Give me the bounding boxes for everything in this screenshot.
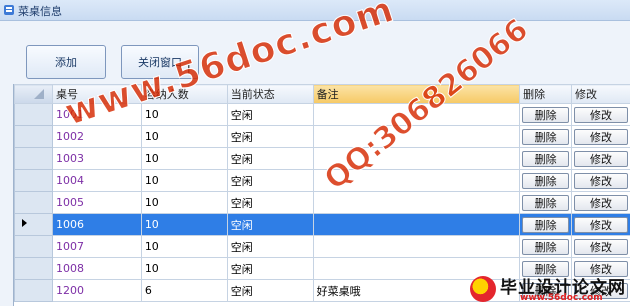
column-header-edit[interactable]: 修改 <box>571 84 630 104</box>
cell-table-id[interactable]: 1003 <box>51 147 142 170</box>
cell-note[interactable] <box>312 191 521 214</box>
cell-edit: 修改 <box>571 103 630 126</box>
cell-status[interactable]: 空闲 <box>226 235 314 258</box>
edit-button[interactable]: 修改 <box>574 238 628 255</box>
cell-edit: 修改 <box>571 169 630 192</box>
cell-note[interactable] <box>312 147 521 170</box>
edit-button[interactable]: 修改 <box>574 172 628 189</box>
title-bar: 菜桌信息 <box>0 0 630 21</box>
cell-note[interactable] <box>312 235 521 258</box>
cell-table-id[interactable]: 1004 <box>51 169 142 192</box>
cell-table-id[interactable]: 1001 <box>51 103 142 126</box>
site-logo: 毕业设计论文网 www.56doc.com <box>470 271 630 306</box>
column-header-table-id[interactable]: 桌号 <box>51 84 142 104</box>
cell-delete: 删除 <box>519 191 573 214</box>
delete-button[interactable]: 删除 <box>522 172 570 189</box>
edit-button[interactable]: 修改 <box>574 106 628 123</box>
row-header[interactable] <box>14 103 53 126</box>
table-row[interactable]: 1005 10 空闲 删除 修改 <box>14 191 630 214</box>
cell-capacity[interactable]: 10 <box>140 169 228 192</box>
row-header[interactable] <box>14 213 53 236</box>
table-row[interactable]: 1007 10 空闲 删除 修改 <box>14 235 630 258</box>
table-row[interactable]: 1004 10 空闲 删除 修改 <box>14 169 630 192</box>
cell-delete: 删除 <box>519 147 573 170</box>
add-button[interactable]: 添加 <box>26 45 106 79</box>
table-row[interactable]: 1002 10 空闲 删除 修改 <box>14 125 630 148</box>
cell-capacity[interactable]: 10 <box>140 235 228 258</box>
cell-table-id[interactable]: 1007 <box>51 235 142 258</box>
cell-status[interactable]: 空闲 <box>226 147 314 170</box>
edit-button[interactable]: 修改 <box>574 194 628 211</box>
window-title: 菜桌信息 <box>18 5 62 18</box>
column-header-capacity[interactable]: 容纳人数 <box>140 84 228 104</box>
cell-capacity[interactable]: 6 <box>140 279 228 302</box>
current-row-arrow-icon <box>22 219 27 227</box>
row-header[interactable] <box>14 279 53 302</box>
row-header[interactable] <box>14 257 53 280</box>
edit-button[interactable]: 修改 <box>574 128 628 145</box>
cell-table-id[interactable]: 1005 <box>51 191 142 214</box>
delete-button[interactable]: 删除 <box>522 216 570 233</box>
delete-button[interactable]: 删除 <box>522 128 570 145</box>
edit-button[interactable]: 修改 <box>574 216 628 233</box>
cell-table-id[interactable]: 1002 <box>51 125 142 148</box>
cell-note[interactable] <box>312 213 521 236</box>
delete-button[interactable]: 删除 <box>522 150 570 167</box>
column-header-note[interactable]: 备注 <box>312 84 521 104</box>
cell-edit: 修改 <box>571 147 630 170</box>
cell-capacity[interactable]: 10 <box>140 103 228 126</box>
cell-capacity[interactable]: 10 <box>140 191 228 214</box>
table-row[interactable]: 1001 10 空闲 删除 修改 <box>14 103 630 126</box>
cell-edit: 修改 <box>571 191 630 214</box>
cell-delete: 删除 <box>519 125 573 148</box>
row-header[interactable] <box>14 169 53 192</box>
header-row: 桌号 容纳人数 当前状态 备注 删除 修改 <box>14 84 630 104</box>
data-table: 桌号 容纳人数 当前状态 备注 删除 修改 1001 10 空闲 删除 修改 1002 10… <box>14 84 630 302</box>
cell-table-id[interactable]: 1008 <box>51 257 142 280</box>
logo-emblem-icon <box>470 276 496 302</box>
cell-delete: 删除 <box>519 213 573 236</box>
row-header[interactable] <box>14 147 53 170</box>
cell-capacity[interactable]: 10 <box>140 147 228 170</box>
cell-capacity[interactable]: 10 <box>140 213 228 236</box>
cell-note[interactable] <box>312 169 521 192</box>
cell-status[interactable]: 空闲 <box>226 257 314 280</box>
app-icon <box>4 5 14 15</box>
cell-status[interactable]: 空闲 <box>226 169 314 192</box>
cell-table-id[interactable]: 1200 <box>51 279 142 302</box>
cell-edit: 修改 <box>571 125 630 148</box>
cell-capacity[interactable]: 10 <box>140 125 228 148</box>
cell-status[interactable]: 空闲 <box>226 213 314 236</box>
delete-button[interactable]: 删除 <box>522 238 570 255</box>
row-header[interactable] <box>14 191 53 214</box>
cell-note[interactable] <box>312 103 521 126</box>
delete-button[interactable]: 删除 <box>522 106 570 123</box>
cell-status[interactable]: 空闲 <box>226 279 314 302</box>
table-row[interactable]: 1003 10 空闲 删除 修改 <box>14 147 630 170</box>
text-cursor-icon: I <box>187 63 191 77</box>
column-header-delete[interactable]: 删除 <box>519 84 573 104</box>
table-row[interactable]: 1006 10 空闲 删除 修改 <box>14 213 630 236</box>
cell-delete: 删除 <box>519 169 573 192</box>
row-header[interactable] <box>14 235 53 258</box>
cell-note[interactable] <box>312 125 521 148</box>
cell-status[interactable]: 空闲 <box>226 125 314 148</box>
cell-status[interactable]: 空闲 <box>226 191 314 214</box>
logo-url: www.56doc.com <box>520 293 603 303</box>
row-header[interactable] <box>14 125 53 148</box>
cell-edit: 修改 <box>571 235 630 258</box>
edit-button[interactable]: 修改 <box>574 150 628 167</box>
corner-triangle-icon <box>34 89 44 99</box>
cell-status[interactable]: 空闲 <box>226 103 314 126</box>
cell-edit: 修改 <box>571 213 630 236</box>
delete-button[interactable]: 删除 <box>522 194 570 211</box>
select-all-corner[interactable] <box>14 84 53 104</box>
cell-delete: 删除 <box>519 235 573 258</box>
cell-table-id[interactable]: 1006 <box>51 213 142 236</box>
cell-capacity[interactable]: 10 <box>140 257 228 280</box>
cell-delete: 删除 <box>519 103 573 126</box>
column-header-status[interactable]: 当前状态 <box>226 84 314 104</box>
